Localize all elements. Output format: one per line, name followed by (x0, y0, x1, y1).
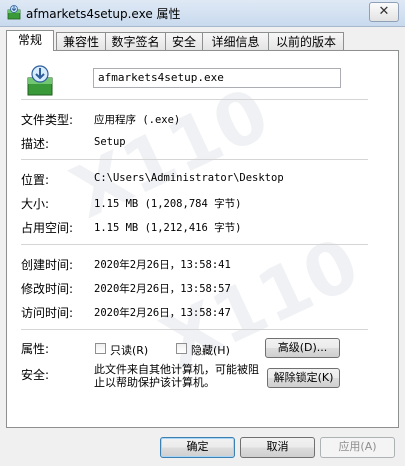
security-label: 安全: (21, 368, 50, 382)
size-on-disk-label: 占用空间: (21, 221, 74, 235)
tab-general[interactable]: 常规 (6, 30, 54, 51)
close-button[interactable]: ✕ (369, 2, 399, 22)
apply-button[interactable]: 应用(A) (320, 437, 395, 458)
size-label: 大小: (21, 197, 50, 211)
modified-value: 2020年2月26日，13:58:57 (94, 283, 231, 295)
attributes-label: 属性: (21, 342, 50, 356)
close-icon: ✕ (378, 4, 390, 19)
tab-details[interactable]: 详细信息 (202, 32, 269, 50)
cancel-button[interactable]: 取消 (240, 437, 315, 458)
ok-button[interactable]: 确定 (160, 437, 235, 458)
hidden-checkbox[interactable] (176, 343, 187, 354)
readonly-checkbox[interactable] (95, 343, 106, 354)
created-label: 创建时间: (21, 258, 74, 272)
location-value: C:\Users\Administrator\Desktop (94, 172, 284, 184)
location-label: 位置: (21, 173, 50, 187)
hidden-checkbox-label[interactable]: 隐藏(H) (191, 342, 230, 358)
accessed-value: 2020年2月26日，13:58:47 (94, 307, 231, 319)
security-warning-text: 此文件来自其他计算机，可能被阻止以帮助保护该计算机。 (94, 363, 259, 389)
description-value: Setup (94, 136, 126, 148)
tab-digital-signatures[interactable]: 数字签名 (105, 32, 166, 50)
watermark-graphic: X110 (148, 221, 371, 385)
file-type-value: 应用程序 (.exe) (94, 114, 181, 126)
general-panel: X110 X110 afmarkets4setup.exe 文件类型: 应用程序… (6, 50, 399, 428)
modified-label: 修改时间: (21, 282, 74, 296)
installer-icon (23, 64, 57, 98)
separator (21, 329, 368, 330)
tab-previous-versions[interactable]: 以前的版本 (268, 32, 344, 50)
readonly-checkbox-label[interactable]: 只读(R) (110, 342, 148, 358)
separator (21, 159, 368, 160)
size-value: 1.15 MB (1,208,784 字节) (94, 198, 242, 210)
accessed-label: 访问时间: (21, 306, 74, 320)
tab-compatibility[interactable]: 兼容性 (56, 32, 106, 50)
advanced-button[interactable]: 高级(D)... (265, 338, 340, 358)
window-title: afmarkets4setup.exe 属性 (26, 7, 181, 21)
tab-security[interactable]: 安全 (165, 32, 203, 50)
created-value: 2020年2月26日，13:58:41 (94, 259, 231, 271)
file-name-input[interactable]: afmarkets4setup.exe (93, 68, 341, 88)
title-bar[interactable]: afmarkets4setup.exe 属性 ✕ (0, 0, 405, 27)
installer-icon (6, 4, 22, 20)
file-type-label: 文件类型: (21, 113, 74, 127)
unblock-button[interactable]: 解除锁定(K) (267, 368, 340, 388)
separator (21, 244, 368, 245)
description-label: 描述: (21, 137, 50, 151)
separator (21, 99, 368, 100)
size-on-disk-value: 1.15 MB (1,212,416 字节) (94, 222, 242, 234)
